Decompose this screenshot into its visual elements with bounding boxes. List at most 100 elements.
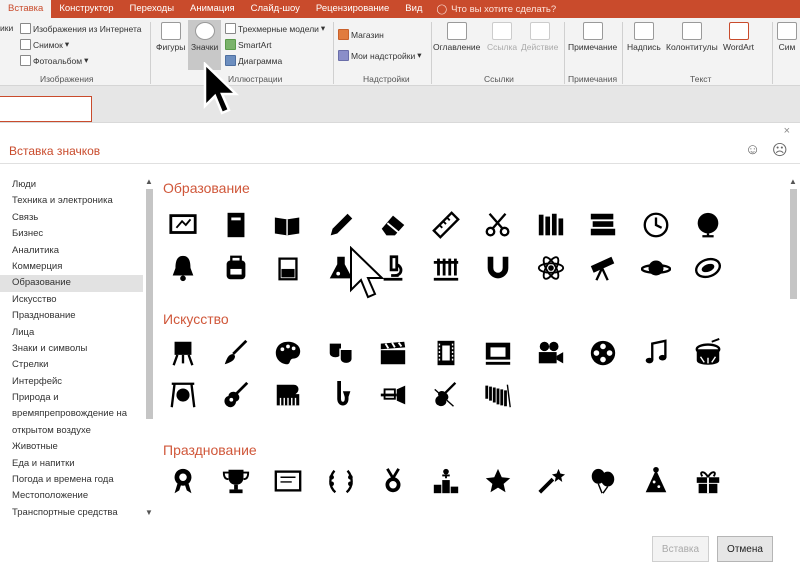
ribbon-award-icon[interactable]: [165, 463, 201, 499]
podium-icon[interactable]: [428, 463, 464, 499]
drum-icon[interactable]: [690, 335, 726, 371]
clapperboard-icon[interactable]: [375, 335, 411, 371]
photo-album-button[interactable]: Фотоальбом ▾: [20, 55, 88, 66]
category-item[interactable]: Транспортные средства: [0, 505, 143, 517]
telescope-icon[interactable]: [585, 250, 621, 286]
category-item[interactable]: Лица: [0, 325, 143, 341]
screenshot-button[interactable]: Снимок ▾: [20, 39, 69, 50]
frown-feedback-icon[interactable]: ☹: [772, 141, 788, 159]
ribbon-tab[interactable]: Рецензирование: [308, 0, 397, 18]
link-button[interactable]: Ссылка: [487, 22, 517, 52]
pencil-icon[interactable]: [323, 207, 359, 243]
certificate-icon[interactable]: [270, 463, 306, 499]
violin-icon[interactable]: [428, 377, 464, 413]
movie-camera-icon[interactable]: [533, 335, 569, 371]
category-item[interactable]: Интерфейс: [0, 374, 143, 390]
shooting-star-icon[interactable]: [533, 463, 569, 499]
piano-icon[interactable]: [270, 377, 306, 413]
clock-icon[interactable]: [638, 207, 674, 243]
ribbon-tab[interactable]: Переходы: [121, 0, 182, 18]
trophy-icon[interactable]: [218, 463, 254, 499]
wordart-button[interactable]: WordArt: [723, 22, 754, 52]
category-item[interactable]: Искусство: [0, 292, 143, 308]
star-icon[interactable]: [480, 463, 516, 499]
ribbon-tab[interactable]: Конструктор: [51, 0, 121, 18]
category-item[interactable]: Погода и времена года: [0, 472, 143, 488]
ribbon-tab[interactable]: Анимация: [182, 0, 243, 18]
eraser-icon[interactable]: [375, 207, 411, 243]
category-scrollbar[interactable]: ▲ ▼: [145, 177, 154, 517]
gift-icon[interactable]: [690, 463, 726, 499]
smartart-button[interactable]: SmartArt: [225, 39, 272, 50]
medal-icon[interactable]: [375, 463, 411, 499]
category-item[interactable]: времяпрепровождение на: [0, 406, 143, 422]
balloons-icon[interactable]: [585, 463, 621, 499]
planet-icon[interactable]: [638, 250, 674, 286]
atom-icon[interactable]: [533, 250, 569, 286]
tell-me-search[interactable]: ◯ Что вы хотите сделать?: [430, 4, 556, 15]
bell-icon[interactable]: [165, 250, 201, 286]
scrollbar-thumb[interactable]: [146, 189, 153, 419]
gong-icon[interactable]: [165, 377, 201, 413]
blackboard-icon[interactable]: [165, 207, 201, 243]
close-icon[interactable]: ×: [784, 125, 790, 137]
category-item[interactable]: Стрелки: [0, 357, 143, 373]
paintbrush-icon[interactable]: [218, 335, 254, 371]
comment-button[interactable]: Примечание: [568, 22, 617, 52]
theater-stage-icon[interactable]: [480, 335, 516, 371]
category-item[interactable]: Местоположение: [0, 488, 143, 504]
shapes-button[interactable]: Фигуры: [156, 22, 185, 52]
guitar-icon[interactable]: [218, 377, 254, 413]
online-pictures-button[interactable]: Изображения из Интернета: [20, 23, 142, 34]
globe-icon[interactable]: [690, 207, 726, 243]
film-reel-icon[interactable]: [585, 335, 621, 371]
scroll-up-icon[interactable]: ▲: [789, 177, 797, 186]
category-item[interactable]: Люди: [0, 177, 143, 193]
book-stack-icon[interactable]: [585, 207, 621, 243]
saxophone-icon[interactable]: [323, 377, 359, 413]
scroll-up-icon[interactable]: ▲: [145, 177, 153, 186]
ribbon-tab[interactable]: Слайд-шоу: [243, 0, 308, 18]
category-item[interactable]: Еда и напитки: [0, 456, 143, 472]
category-item[interactable]: Коммерция: [0, 259, 143, 275]
action-button[interactable]: Действие: [521, 22, 558, 52]
magnet-icon[interactable]: [480, 250, 516, 286]
gallery-scrollbar[interactable]: ▲: [789, 177, 799, 517]
category-item[interactable]: Аналитика: [0, 243, 143, 259]
scrollbar-thumb[interactable]: [790, 189, 797, 299]
party-hat-icon[interactable]: [638, 463, 674, 499]
slide-thumbnail[interactable]: [0, 96, 92, 122]
toc-button[interactable]: Оглавление: [433, 22, 480, 52]
symbols-button[interactable]: Сим: [777, 22, 797, 52]
category-item[interactable]: Животные: [0, 439, 143, 455]
scroll-down-icon[interactable]: ▼: [145, 508, 153, 517]
book-icon[interactable]: [218, 207, 254, 243]
3d-models-button[interactable]: Трехмерные модели ▾: [225, 23, 325, 34]
category-item[interactable]: открытом воздухе: [0, 423, 143, 439]
category-item[interactable]: Природа и: [0, 390, 143, 406]
test-tubes-icon[interactable]: [428, 250, 464, 286]
cancel-button[interactable]: Отмена: [717, 536, 773, 562]
backpack-icon[interactable]: [218, 250, 254, 286]
smile-feedback-icon[interactable]: ☺: [745, 141, 760, 158]
header-footer-button[interactable]: Колонтитулы: [666, 22, 718, 52]
galaxy-icon[interactable]: [690, 250, 726, 286]
category-item[interactable]: Знаки и символы: [0, 341, 143, 357]
books-icon[interactable]: [533, 207, 569, 243]
laurel-wreath-icon[interactable]: [323, 463, 359, 499]
ruler-icon[interactable]: [428, 207, 464, 243]
category-item[interactable]: Празднование: [0, 308, 143, 324]
category-item[interactable]: Образование: [0, 275, 143, 292]
trumpet-icon[interactable]: [375, 377, 411, 413]
ribbon-tab[interactable]: Вид: [397, 0, 430, 18]
category-item[interactable]: Связь: [0, 210, 143, 226]
xylophone-icon[interactable]: [480, 377, 516, 413]
store-button[interactable]: Магазин: [338, 29, 384, 40]
easel-icon[interactable]: [165, 335, 201, 371]
textbox-button[interactable]: Надпись: [627, 22, 661, 52]
my-addins-button[interactable]: Мои надстройки ▾: [338, 50, 422, 61]
scissors-icon[interactable]: [480, 207, 516, 243]
palette-icon[interactable]: [270, 335, 306, 371]
ribbon-tab[interactable]: Вставка: [0, 0, 52, 18]
theater-masks-icon[interactable]: [323, 335, 359, 371]
